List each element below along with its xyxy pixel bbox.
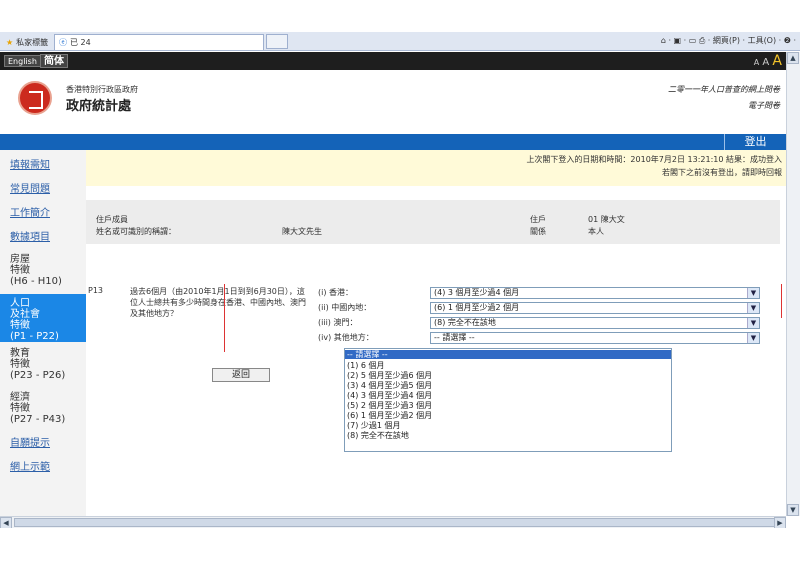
scroll-down-icon[interactable]: ▼ <box>787 504 799 516</box>
census-logo <box>18 81 52 115</box>
star-icon: ★ <box>6 37 14 47</box>
font-size-controls: A A A <box>754 53 782 69</box>
select-hk[interactable]: (4) 3 個月至少過4 個月 ▼ <box>430 287 760 299</box>
scroll-up-icon[interactable]: ▲ <box>787 52 799 64</box>
ie-icon: ⓔ <box>59 38 67 47</box>
relation-label: 關係 <box>530 227 546 236</box>
dropdown-option[interactable]: (6) 1 個月至少過2 個月 <box>345 411 671 420</box>
sidebar-label: 特徵 <box>10 320 30 331</box>
sidebar-item-economic-range[interactable]: (P27 - P43) <box>0 414 86 425</box>
sidebar-item-economic[interactable]: 經濟 <box>0 392 86 403</box>
horizontal-scrollbar[interactable]: ◀ ▶ <box>0 516 786 529</box>
chevron-down-icon[interactable]: ▼ <box>747 288 759 298</box>
site-header: 香港特別行政區政府 政府統計處 二零一一年人口普查的網上問卷 電子問卷 <box>0 70 786 134</box>
sidebar-item-faq[interactable]: 常見問題 <box>0 184 86 195</box>
scroll-thumb[interactable] <box>14 518 784 527</box>
sidebar-item-education-range[interactable]: (P23 - P26) <box>0 370 86 381</box>
logout-reminder-text: 若閣下之前沒有登出，請即時回報 <box>662 168 782 177</box>
tab-label: 已 24 <box>70 38 91 47</box>
blue-nav-bar: 登出 <box>0 134 786 150</box>
select-other[interactable]: -- 請選擇 -- ▼ <box>430 332 760 344</box>
tab-label: 私家標籤 <box>16 37 49 47</box>
dropdown-list-other[interactable]: -- 請選擇 -- (1) 6 個月 (2) 5 個月至少過6 個月 (3) 4… <box>344 348 672 452</box>
sidebar-item-housing-range[interactable]: (H6 - H10) <box>0 276 86 287</box>
sidebar: 填報需知 常見問題 工作簡介 數據項目 房屋 特徵 (H6 - H10) 人口 … <box>0 150 86 516</box>
question-p13: P13 過去6個月（由2010年1月1日到到6月30日），這位人士總共有多少時間… <box>86 284 780 358</box>
sidebar-item-education[interactable]: 教育 <box>0 348 86 359</box>
dropdown-option[interactable]: (3) 4 個月至少過5 個月 <box>345 381 671 390</box>
sidebar-item-education-2[interactable]: 特徵 <box>0 359 86 370</box>
sidebar-item-housing[interactable]: 房屋 <box>0 254 86 265</box>
sidebar-item-demo[interactable]: 網上示範 <box>0 462 86 473</box>
dropdown-option[interactable]: -- 請選擇 -- <box>345 350 671 359</box>
select-value: -- 請選擇 -- <box>434 333 475 342</box>
select-value: (4) 3 個月至少過4 個月 <box>434 288 520 297</box>
row-hk-label: (i) 香港： <box>318 288 354 297</box>
row-mainland-label: (ii) 中國內地： <box>318 303 372 312</box>
question-text: 過去6個月（由2010年1月1日到到6月30日），這位人士總共有多少時間身在香港… <box>130 287 306 318</box>
dropdown-option[interactable]: (4) 3 個月至少過4 個月 <box>345 391 671 400</box>
dropdown-option[interactable]: (7) 少過1 個月 <box>345 421 671 430</box>
dropdown-option[interactable]: (2) 5 個月至少過6 個月 <box>345 371 671 380</box>
font-large-button[interactable]: A <box>772 53 782 69</box>
right-divider <box>781 284 782 318</box>
relation-value: 本人 <box>588 227 604 236</box>
dropdown-option[interactable]: (5) 2 個月至少過3 個月 <box>345 401 671 410</box>
sidebar-item-instructions[interactable]: 填報需知 <box>0 160 86 171</box>
sidebar-item-economic-2[interactable]: 特徵 <box>0 403 86 414</box>
row-other-label: (iv) 其他地方： <box>318 333 374 342</box>
dropdown-option[interactable]: (1) 6 個月 <box>345 361 671 370</box>
dept-name: 政府統計處 <box>66 99 132 114</box>
sidebar-item-data[interactable]: 數據項目 <box>0 232 86 243</box>
name-value: 陳大文先生 <box>282 227 322 236</box>
vertical-scrollbar[interactable]: ▲ ▼ <box>786 52 800 516</box>
sidebar-label: 及社會 <box>10 309 40 320</box>
survey-subtitle: 電子問卷 <box>748 101 780 110</box>
question-code: P13 <box>88 286 104 295</box>
chevron-down-icon[interactable]: ▼ <box>747 318 759 328</box>
page-content: English 简体 A A A 香港特別行政區政府 政府統計處 二零一一年人口… <box>0 52 786 516</box>
english-button[interactable]: English <box>4 55 41 67</box>
sidebar-label: 人口 <box>10 298 30 309</box>
browser-tab-bar: ★ 私家標籤 ⓔ 已 24 ⌂ · ▣ · ▭ ⎙ · 網頁(P) · 工具(O… <box>0 32 800 51</box>
chevron-down-icon[interactable]: ▼ <box>747 303 759 313</box>
sidebar-item-intro[interactable]: 工作簡介 <box>0 208 86 219</box>
household-label: 住戶 <box>530 215 546 224</box>
sidebar-item-population-active[interactable]: 人口 及社會 特徵 (P1 - P22) <box>0 294 86 342</box>
login-notice: 上次閣下登入的日期和時間：2010年7月2日 13:21:10 結果：成功登入 … <box>86 150 786 186</box>
back-button[interactable]: 返回 <box>212 368 270 382</box>
select-value: (8) 完全不在該地 <box>434 318 496 327</box>
language-bar: English 简体 A A A <box>0 52 786 70</box>
select-value: (6) 1 個月至少過2 個月 <box>434 303 520 312</box>
name-label: 姓名或可識別的稱謂： <box>96 227 176 236</box>
browser-tab-favorites[interactable]: ★ 私家標籤 <box>2 34 52 50</box>
dept-subtitle: 香港特別行政區政府 <box>66 85 138 94</box>
blank-area <box>0 528 800 566</box>
select-macao[interactable]: (8) 完全不在該地 ▼ <box>430 317 760 329</box>
new-tab-button[interactable] <box>266 34 288 49</box>
logout-button[interactable]: 登出 <box>724 134 786 150</box>
chevron-down-icon[interactable]: ▼ <box>747 333 759 343</box>
row-macao-label: (iii) 澳門： <box>318 318 358 327</box>
sidebar-label: (P1 - P22) <box>10 331 59 342</box>
browser-tools[interactable]: ⌂ · ▣ · ▭ ⎙ · 網頁(P) · 工具(O) · ❷ · <box>661 35 796 46</box>
last-login-text: 上次閣下登入的日期和時間：2010年7月2日 13:21:10 結果：成功登入 <box>526 155 782 164</box>
browser-tab-active[interactable]: ⓔ 已 24 <box>54 34 264 50</box>
font-small-button[interactable]: A <box>754 58 759 67</box>
household-info-box: 住戶成員 姓名或可識別的稱謂： 陳大文先生 住戶 01 陳大文 關係 本人 <box>86 200 780 244</box>
simplified-chinese-button[interactable]: 简体 <box>40 54 68 68</box>
font-medium-button[interactable]: A <box>762 57 769 68</box>
sidebar-item-reminder[interactable]: 自願提示 <box>0 438 86 449</box>
question-divider <box>224 284 225 352</box>
dropdown-option[interactable]: (8) 完全不在該地 <box>345 431 671 440</box>
sidebar-item-housing-2[interactable]: 特徵 <box>0 265 86 276</box>
household-value: 01 陳大文 <box>588 215 625 224</box>
survey-title: 二零一一年人口普查的網上問卷 <box>668 85 780 94</box>
select-mainland[interactable]: (6) 1 個月至少過2 個月 ▼ <box>430 302 760 314</box>
person-label: 住戶成員 <box>96 215 128 224</box>
